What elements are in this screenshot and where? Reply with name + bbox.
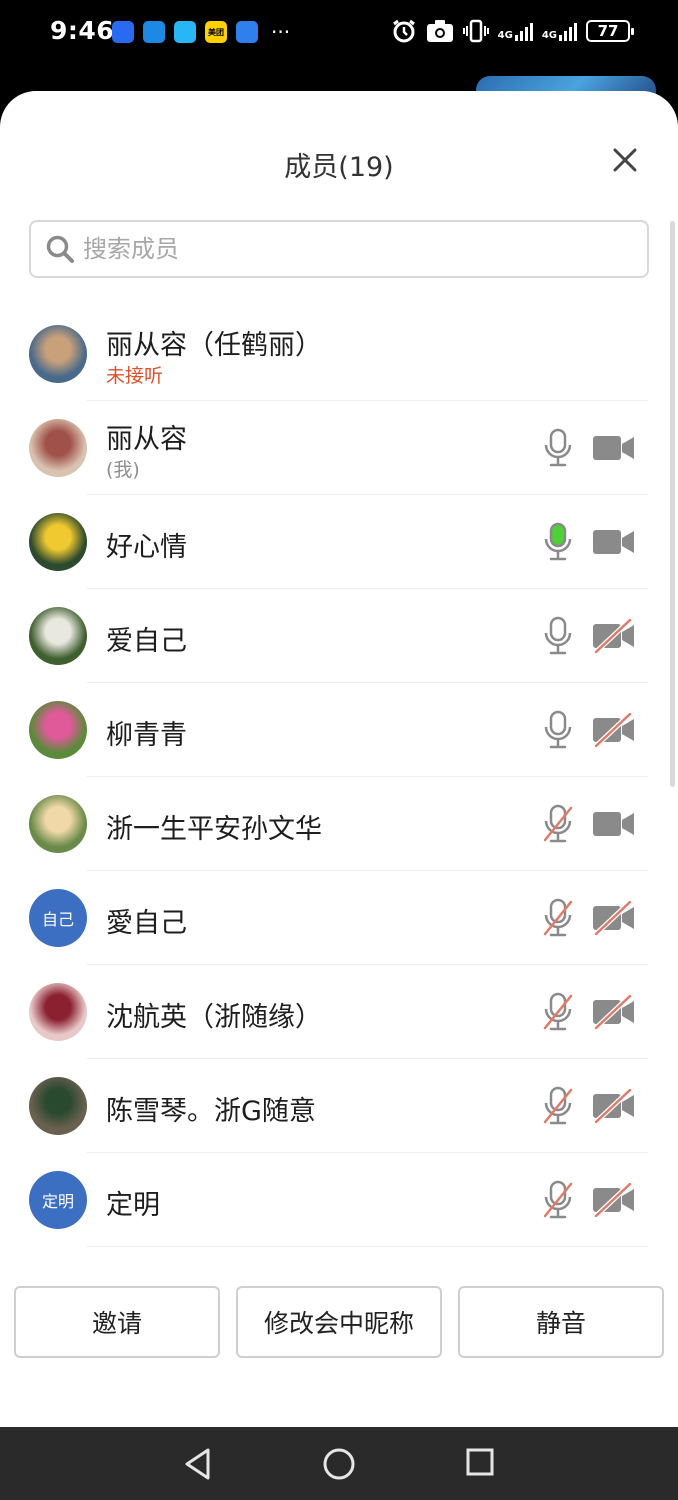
system-nav-bar [0, 1427, 678, 1500]
mic-muted-icon[interactable] [540, 898, 576, 938]
avatar[interactable] [29, 325, 87, 383]
camera-off-icon[interactable] [592, 1088, 636, 1124]
member-row[interactable]: 柳青青 [0, 683, 678, 777]
rename-button[interactable]: 修改会中昵称 [236, 1286, 442, 1358]
mic-muted-icon[interactable] [540, 992, 576, 1032]
member-list: 丽从容（任鹤丽） 未接听丽从容 (我) 好心情爱自己柳青青浙一生平安孙文华自己 愛自己沈… [0, 307, 678, 1247]
row-divider [87, 1246, 648, 1247]
panel-title: 成员(19) [284, 152, 394, 183]
member-row[interactable]: 浙一生平安孙文华 [0, 777, 678, 871]
recents-icon[interactable] [465, 1447, 495, 1477]
signal-bars-icon [559, 21, 577, 41]
mic-muted-icon[interactable] [540, 1086, 576, 1126]
action-buttons: 邀请 修改会中昵称 静音 [14, 1286, 664, 1358]
camera-off-icon[interactable] [592, 712, 636, 748]
mic-icon[interactable] [540, 616, 576, 656]
camera-off-icon[interactable] [592, 994, 636, 1030]
mic-muted-icon[interactable] [540, 804, 576, 844]
avatar[interactable]: 定明 [29, 1171, 87, 1229]
vibrate-icon [462, 19, 489, 43]
camera-off-icon[interactable] [592, 1182, 636, 1218]
member-name: 浙一生平安孙文华 [106, 814, 322, 845]
member-name: 愛自己 [106, 908, 187, 939]
chat-app-icon [143, 21, 165, 43]
member-name: 沈航英（浙随缘） [106, 1002, 322, 1033]
signal-1: 4G [498, 21, 533, 41]
mic-muted-icon[interactable] [540, 1180, 576, 1220]
mic-icon[interactable] [540, 428, 576, 468]
status-bar: 9:46 美团 ··· 4G 4G 77 [0, 0, 678, 70]
feishu-app-icon [112, 21, 134, 43]
status-time: 9:46 [50, 16, 115, 45]
camera-off-icon[interactable] [592, 618, 636, 654]
member-name: 柳青青 [106, 720, 187, 751]
search-input[interactable] [83, 235, 603, 263]
network-type-1: 4G [497, 30, 513, 41]
browser-app-icon [236, 21, 258, 43]
member-row[interactable]: 自己 愛自己 [0, 871, 678, 965]
member-row[interactable]: 好心情 [0, 495, 678, 589]
avatar[interactable] [29, 701, 87, 759]
mic-speaking-icon[interactable] [540, 522, 576, 562]
camera-icon [426, 20, 453, 42]
messages-app-icon [174, 21, 196, 43]
signal-2: 4G [542, 21, 577, 41]
member-row[interactable]: 丽从容 (我) [0, 401, 678, 495]
back-icon[interactable] [182, 1447, 214, 1481]
avatar[interactable]: 自己 [29, 889, 87, 947]
avatar[interactable] [29, 607, 87, 665]
avatar[interactable] [29, 513, 87, 571]
member-name: 定明 [106, 1190, 160, 1221]
video-camera-icon[interactable] [592, 431, 636, 465]
home-icon[interactable] [322, 1447, 356, 1481]
camera-off-icon[interactable] [592, 900, 636, 936]
member-name: 陈雪琴。浙G随意 [106, 1096, 316, 1127]
meituan-app-icon: 美团 [205, 21, 227, 43]
invite-button[interactable]: 邀请 [14, 1286, 220, 1358]
member-name: 好心情 [106, 532, 187, 563]
status-indicators: 4G 4G 77 [391, 18, 634, 44]
self-label: (我) [106, 459, 140, 481]
avatar[interactable] [29, 1077, 87, 1135]
close-icon[interactable] [608, 143, 642, 177]
signal-bars-icon [514, 21, 533, 41]
member-row[interactable]: 陈雪琴。浙G随意 [0, 1059, 678, 1153]
video-camera-icon[interactable] [592, 807, 636, 841]
members-panel: 成员(19) 丽从容（任鹤丽） 未接听丽从容 (我) 好心情爱自己柳青青浙一生平安孙文… [0, 91, 678, 1427]
search-icon [46, 235, 74, 263]
member-row[interactable]: 定明 定明 [0, 1153, 678, 1247]
battery-icon: 77 [586, 20, 634, 42]
video-camera-icon[interactable] [592, 525, 636, 559]
member-row[interactable]: 丽从容（任鹤丽） 未接听 [0, 307, 678, 401]
member-row[interactable]: 沈航英（浙随缘） [0, 965, 678, 1059]
alarm-icon [392, 19, 415, 43]
avatar[interactable] [29, 419, 87, 477]
search-box[interactable] [29, 220, 649, 278]
notification-icons: 美团 ··· [112, 21, 290, 43]
avatar[interactable] [29, 983, 87, 1041]
call-status-label: 未接听 [106, 365, 164, 387]
member-row[interactable]: 爱自己 [0, 589, 678, 683]
network-type-2: 4G [541, 30, 557, 41]
mic-icon[interactable] [540, 710, 576, 750]
member-name: 丽从容（任鹤丽） [106, 330, 322, 361]
avatar[interactable] [29, 795, 87, 853]
more-notifications-icon: ··· [271, 20, 291, 44]
member-name: 丽从容 [106, 424, 187, 455]
member-name: 爱自己 [106, 626, 187, 657]
mute-all-button[interactable]: 静音 [458, 1286, 664, 1358]
